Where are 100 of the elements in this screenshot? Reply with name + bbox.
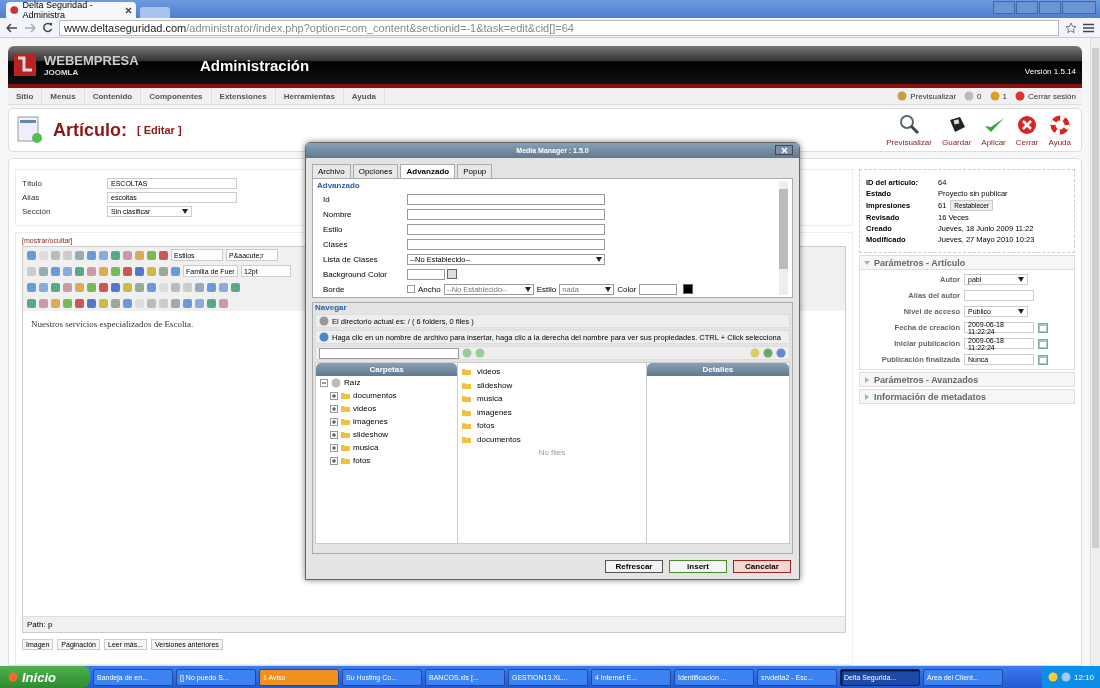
file-list-item[interactable]: imagenes <box>477 407 512 417</box>
text-field[interactable] <box>407 193 605 205</box>
field-label: Background Color <box>322 269 389 279</box>
toolbar-button[interactable]: Guardar <box>939 113 974 147</box>
expand-icon[interactable] <box>330 391 338 400</box>
color-field[interactable] <box>639 283 678 295</box>
toolbar-button[interactable]: Aplicar <box>979 113 1008 147</box>
address-bar[interactable]: www.deltaseguridad.com/administrator/index.php?option=com_content&sectionid=-1&task=edit&cid[]=64 <box>59 19 1059 36</box>
menu-item[interactable]: Ayuda <box>343 88 385 104</box>
tree-item[interactable]: slideshow <box>353 430 389 439</box>
panel-header[interactable]: Parámetros - Avanzados <box>859 372 1075 387</box>
toolbar-button[interactable]: Previsualizar <box>884 113 934 147</box>
tree-item[interactable]: fotos <box>353 456 371 465</box>
scrollbar[interactable] <box>779 181 788 295</box>
tree-item[interactable]: musica <box>353 443 379 452</box>
user-bar-link[interactable]: 1 <box>1002 91 1007 101</box>
color-picker-icon[interactable] <box>683 284 694 294</box>
expand-icon[interactable] <box>330 456 338 465</box>
file-list-item[interactable]: slideshow <box>477 380 513 390</box>
tree-item[interactable]: documentos <box>353 391 397 400</box>
calendar-icon[interactable] <box>1038 354 1048 365</box>
magnifier-icon <box>898 113 921 136</box>
text-field[interactable] <box>407 238 605 250</box>
menu-item[interactable]: Sitio <box>8 88 43 104</box>
tree-item[interactable]: Raíz <box>344 378 361 387</box>
path-field[interactable] <box>319 347 459 359</box>
tree-item[interactable]: videos <box>353 404 377 413</box>
scrollbar[interactable] <box>1090 38 1100 666</box>
field-label: Lista de Clases <box>322 254 379 264</box>
reload-icon[interactable] <box>42 22 53 33</box>
back-icon[interactable] <box>6 22 18 33</box>
clock: 12:10 <box>1073 672 1094 682</box>
expand-icon[interactable] <box>330 417 338 426</box>
menu-icon[interactable] <box>1083 22 1094 33</box>
field-label: Id <box>322 194 331 204</box>
file-list-item[interactable]: musica <box>477 394 503 404</box>
panel-header[interactable]: Parámetros - Artículo <box>859 255 1075 270</box>
close-icon[interactable] <box>125 6 132 14</box>
expand-icon[interactable] <box>330 404 338 413</box>
empty-message: No files <box>538 448 566 457</box>
file-list-item[interactable]: fotos <box>477 421 495 431</box>
menu-item[interactable]: Extensiones <box>211 88 276 104</box>
color-picker-icon[interactable] <box>447 269 457 279</box>
text-field[interactable] <box>407 208 605 220</box>
field-label: Alias <box>22 193 41 202</box>
field-label: Nombre <box>322 209 353 219</box>
file-list-item[interactable]: documentos <box>477 434 521 444</box>
bookmark-star-icon[interactable] <box>1065 21 1077 34</box>
brand-subtitle: JOOMLA <box>44 68 80 77</box>
user-bar-link[interactable]: 0 <box>977 91 982 101</box>
field-label: Sección <box>22 207 52 216</box>
panel-header[interactable]: Información de metadatos <box>859 389 1075 404</box>
version-label: Versión 1.5.14 <box>1024 67 1076 76</box>
dialog-button[interactable]: Cancelar <box>733 560 791 573</box>
browser-tab[interactable]: Delta Seguridad - Administra <box>6 2 136 18</box>
text-field[interactable] <box>407 223 605 235</box>
calendar-icon[interactable] <box>1038 338 1048 349</box>
dialog-tab[interactable]: Advanzado <box>400 164 456 178</box>
menu-item[interactable]: Menús <box>42 88 85 104</box>
user-bar-link[interactable]: Previsualizar <box>910 91 957 101</box>
menu-item[interactable]: Componentes <box>141 88 212 104</box>
article-add-icon <box>17 116 43 144</box>
field-label: Título <box>22 179 43 188</box>
dialog-tab[interactable]: Archivo <box>312 164 351 178</box>
dropdown-caret-icon[interactable] <box>1018 309 1024 314</box>
expand-icon[interactable] <box>330 430 338 439</box>
minimize-button[interactable] <box>1016 1 1038 14</box>
menu-item[interactable]: Herramientas <box>275 88 344 104</box>
tab-title: Delta Seguridad - Administra <box>22 0 94 20</box>
field-label: Estilo <box>535 284 558 294</box>
calendar-icon[interactable] <box>1038 322 1048 333</box>
user-button[interactable] <box>993 1 1015 14</box>
lifebuoy-icon <box>1048 113 1071 136</box>
path-bar: Path: p <box>23 616 845 632</box>
dropdown-caret-icon[interactable] <box>524 286 531 292</box>
tree-item[interactable]: imagenes <box>353 417 388 426</box>
pane-header: Carpetas <box>316 363 458 376</box>
collapse-icon[interactable] <box>320 378 328 387</box>
pane-header: Detalles <box>646 363 789 376</box>
dropdown-caret-icon[interactable] <box>1018 277 1024 282</box>
dropdown-caret-icon[interactable] <box>605 286 612 292</box>
file-list-item[interactable]: videos <box>477 367 501 377</box>
dialog-button[interactable]: insert <box>669 560 727 573</box>
color-field[interactable] <box>407 268 445 280</box>
editor-content: Nuestros servicios especializados de Escolta. <box>31 319 194 329</box>
toolbar-button[interactable]: Ayuda <box>1046 113 1073 147</box>
field-label: Color <box>616 284 638 294</box>
close-button[interactable] <box>775 145 793 155</box>
forward-icon[interactable] <box>24 22 36 33</box>
dialog-button[interactable]: Refrescar <box>605 560 663 573</box>
menu-item[interactable]: Contenido <box>84 88 142 104</box>
dialog-tab[interactable]: Popup <box>457 164 493 178</box>
text-field[interactable] <box>964 290 1034 301</box>
dialog-tab[interactable]: Opciones <box>352 164 399 178</box>
restore-button[interactable] <box>1039 1 1061 14</box>
expand-icon[interactable] <box>330 443 338 452</box>
toolbar-button[interactable]: Cerrar <box>1013 113 1041 147</box>
user-bar-link[interactable]: Cerrar sesión <box>1028 91 1076 101</box>
checkbox[interactable] <box>407 285 415 293</box>
dropdown-caret-icon[interactable] <box>182 209 188 214</box>
